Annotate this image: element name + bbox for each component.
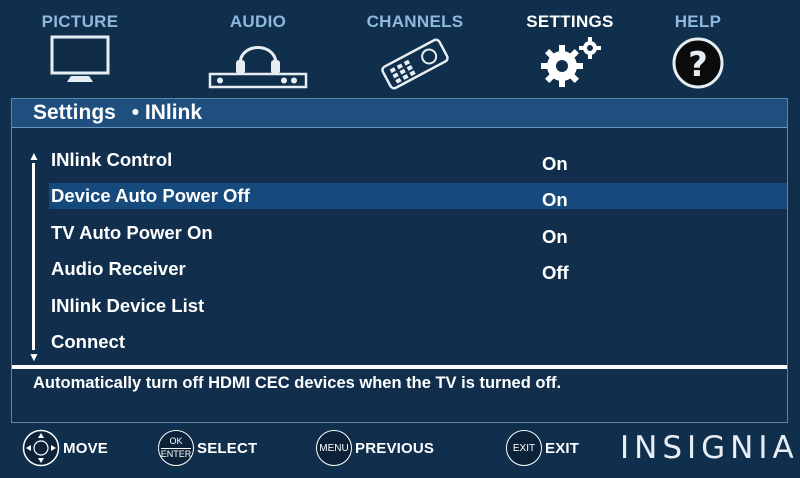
hint-previous-label: PREVIOUS	[355, 439, 435, 457]
ok-text: OK	[169, 436, 183, 446]
breadcrumb: Settings • INlink	[33, 101, 202, 125]
hint-move: MOVE	[22, 426, 108, 470]
menu-item-value: Off	[542, 262, 569, 284]
hint-select-label: SELECT	[197, 439, 258, 457]
menu-item-label: INlink Device List	[51, 294, 205, 316]
tv-icon	[50, 35, 110, 82]
help-description: Automatically turn off HDMI CEC devices …	[33, 374, 562, 392]
hint-move-label: MOVE	[63, 439, 108, 457]
remote-control-icon	[381, 38, 449, 90]
gears-icon	[541, 37, 601, 87]
tab-channels[interactable]: CHANNELS	[358, 0, 472, 90]
breadcrumb-subsection: INlink	[144, 101, 203, 124]
menu-item-inlink-control[interactable]: INlink Control On	[12, 144, 787, 180]
menu-item-connect[interactable]: Connect	[12, 326, 787, 362]
tab-settings[interactable]: SETTINGS	[514, 0, 626, 90]
settings-panel: Settings • INlink ▲ ▼ INlink Control On …	[11, 98, 788, 423]
hint-previous: MENU PREVIOUS	[316, 426, 434, 470]
menu-item-label: Connect	[51, 330, 125, 352]
menu-item-label: INlink Control	[51, 149, 173, 170]
exit-text: EXIT	[512, 442, 536, 454]
menu-item-label: Device Auto Power Off	[51, 185, 250, 207]
tab-help[interactable]: HELP ?	[652, 0, 744, 90]
hint-exit: EXIT EXIT	[506, 426, 579, 470]
hint-exit-label: EXIT	[545, 439, 580, 457]
panel-header: Settings • INlink	[12, 99, 787, 128]
menu-item-value: On	[542, 225, 568, 247]
dpad-icon	[22, 429, 60, 467]
svg-text:?: ?	[688, 45, 708, 85]
exit-button-icon: EXIT	[506, 430, 542, 466]
tab-audio-label: AUDIO	[229, 12, 287, 31]
tab-picture[interactable]: PICTURE	[28, 0, 132, 86]
description-divider	[12, 365, 787, 369]
tab-channels-label: CHANNELS	[366, 12, 464, 31]
menu-item-label: Audio Receiver	[51, 258, 186, 280]
menu-button-icon: MENU	[316, 430, 352, 466]
brand-logo: INSIGNIA	[620, 430, 799, 466]
menu-item-device-auto-power-off[interactable]: Device Auto Power Off On	[12, 180, 787, 216]
menu-text: MENU	[319, 442, 349, 454]
headphones-soundbar-icon	[208, 46, 308, 89]
hint-select: OK ENTER SELECT	[158, 426, 257, 470]
breadcrumb-section: Settings	[33, 101, 116, 124]
menu-item-tv-auto-power-on[interactable]: TV Auto Power On On	[12, 217, 787, 253]
top-nav: PICTURE AUDIO CHANNELS SETTINGS HELP ?	[0, 0, 800, 98]
menu-item-inlink-device-list[interactable]: INlink Device List	[12, 290, 787, 326]
menu-list: INlink Control On Device Auto Power Off …	[12, 144, 787, 362]
tab-help-label: HELP	[674, 12, 722, 31]
tab-picture-label: PICTURE	[41, 12, 119, 31]
footer: MOVE OK ENTER SELECT MENU PREVIOUS EXIT …	[0, 424, 800, 478]
question-mark-icon: ?	[672, 37, 724, 89]
menu-item-value: On	[542, 153, 568, 174]
menu-item-value: On	[542, 189, 568, 211]
enter-text: ENTER	[160, 448, 192, 459]
menu-item-label: TV Auto Power On	[51, 221, 213, 243]
tab-settings-label: SETTINGS	[526, 12, 614, 31]
menu-item-audio-receiver[interactable]: Audio Receiver Off	[12, 253, 787, 289]
ok-enter-button-icon: OK ENTER	[158, 430, 194, 466]
breadcrumb-separator: •	[131, 101, 140, 124]
tab-audio[interactable]: AUDIO	[206, 0, 310, 90]
